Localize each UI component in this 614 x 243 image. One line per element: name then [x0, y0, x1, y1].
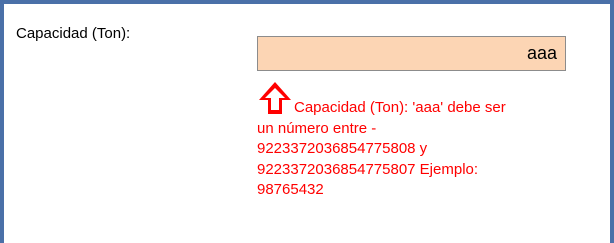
validation-error-message: Capacidad (Ton): 'aaa' debe ser un númer… — [257, 98, 587, 201]
error-line: 9223372036854775808 y — [257, 140, 428, 157]
capacidad-label: Capacidad (Ton): — [16, 25, 131, 42]
error-line: 98765432 — [257, 181, 324, 198]
form-panel: Capacidad (Ton): aaa Capacidad (Ton): 'a… — [0, 0, 614, 243]
error-line: 9223372036854775807 Ejemplo: — [257, 160, 479, 178]
error-line: Capacidad (Ton): 'aaa' debe ser — [294, 99, 506, 116]
capacidad-input[interactable]: aaa — [257, 36, 566, 71]
error-line: un número entre - — [257, 119, 377, 137]
